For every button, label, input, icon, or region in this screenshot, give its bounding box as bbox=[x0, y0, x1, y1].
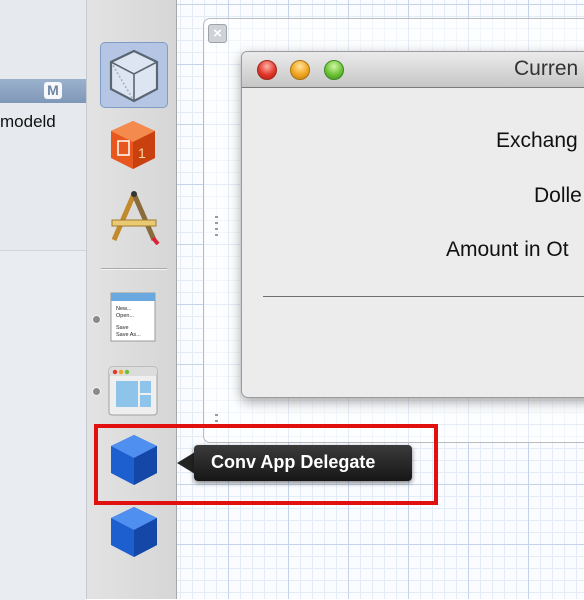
zoom-button[interactable] bbox=[324, 60, 344, 80]
exchange-rate-label: Exchang bbox=[496, 129, 578, 152]
svg-text:Save As...: Save As... bbox=[116, 332, 141, 338]
dock-item-window[interactable] bbox=[108, 366, 158, 416]
dock-item-main-menu[interactable]: New... Open... Save Save As... bbox=[110, 292, 156, 342]
close-button[interactable] bbox=[257, 60, 277, 80]
minimize-button[interactable] bbox=[290, 60, 310, 80]
cube-wireframe-icon bbox=[109, 49, 159, 103]
indicator-dot bbox=[92, 315, 101, 324]
indicator-dot bbox=[92, 387, 101, 396]
object-library-icon: 1 bbox=[111, 121, 155, 169]
selected-file-row[interactable]: M bbox=[0, 79, 86, 103]
resize-handle-icon[interactable] bbox=[215, 414, 218, 424]
dock-separator bbox=[101, 268, 167, 269]
svg-text:Open...: Open... bbox=[116, 313, 135, 319]
navigator-panel: M modeld bbox=[0, 0, 87, 600]
dock-item-object[interactable]: 1 bbox=[108, 118, 158, 172]
dock-item-object-2[interactable] bbox=[108, 504, 160, 560]
tooltip-text: Conv App Delegate bbox=[211, 452, 376, 472]
svg-text:New...: New... bbox=[116, 306, 132, 312]
svg-text:1: 1 bbox=[138, 145, 146, 161]
modified-badge: M bbox=[44, 82, 62, 99]
window-icon bbox=[108, 366, 158, 416]
resize-handle-icon[interactable] bbox=[215, 216, 218, 238]
window-title: Curren bbox=[514, 57, 579, 80]
navigator-lower-area bbox=[0, 250, 86, 600]
blue-cube-icon bbox=[111, 507, 157, 557]
dollars-label: Dolle bbox=[534, 184, 582, 207]
app-window[interactable]: Curren Exchang Dolle Amount in Ot bbox=[241, 51, 584, 398]
dock-item-application[interactable] bbox=[106, 188, 162, 246]
tooltip-arrow bbox=[177, 452, 195, 474]
horizontal-separator bbox=[263, 296, 584, 297]
amount-label: Amount in Ot bbox=[446, 238, 569, 261]
close-icon[interactable]: × bbox=[208, 24, 227, 43]
file-name[interactable]: modeld bbox=[0, 112, 56, 132]
application-icon bbox=[111, 191, 160, 246]
dock-item-placeholder[interactable] bbox=[100, 42, 168, 108]
main-menu-icon: New... Open... Save Save As... bbox=[110, 292, 156, 342]
window-titlebar[interactable]: Curren bbox=[242, 52, 584, 88]
svg-text:Save: Save bbox=[116, 325, 129, 331]
